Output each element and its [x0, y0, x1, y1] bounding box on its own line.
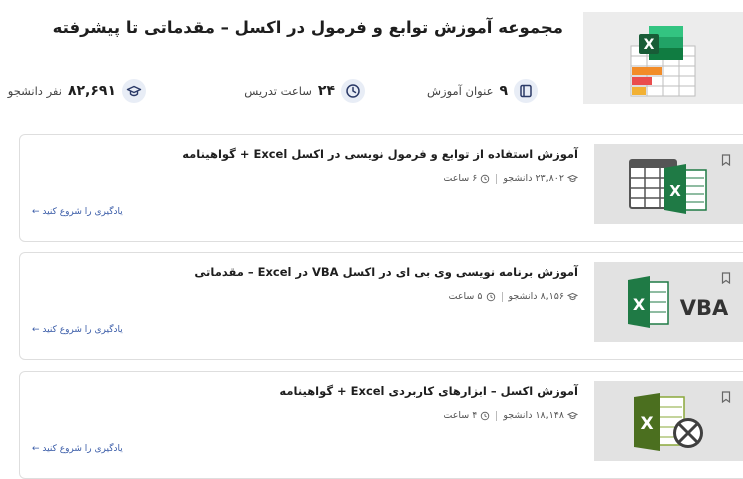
course-meta: ۱۸,۱۴۸ دانشجو ۴ ساعت — [443, 410, 578, 421]
course-students: ۱۸,۱۴۸ دانشجو — [503, 410, 578, 421]
svg-text:X: X — [633, 295, 646, 314]
collection-title: مجموعه آموزش توابع و فرمول در اکسل – مقد… — [52, 18, 563, 37]
students-label: نفر دانشجو — [7, 84, 62, 98]
vba-label: VBA — [680, 296, 729, 320]
course-students: ۲۳,۸۰۲ دانشجو — [503, 173, 578, 184]
course-duration: ۶ ساعت — [443, 173, 490, 184]
svg-text:X: X — [640, 414, 653, 434]
excel-logo-icon: X — [664, 164, 707, 214]
svg-text:X: X — [644, 37, 655, 53]
start-learning-link[interactable]: یادگیری را شروع کنید ← — [32, 325, 123, 335]
courses-count: ۹ — [499, 83, 508, 99]
graduation-cap-icon — [567, 292, 578, 301]
courses-label: عنوان آموزش — [426, 84, 494, 98]
graduation-cap-icon — [122, 79, 146, 103]
course-students: ۸,۱۵۶ دانشجو — [509, 291, 578, 302]
course-card[interactable]: X آموزش اکسل – ابزارهای کاربردی Excel + … — [19, 371, 743, 479]
course-card[interactable]: X آموزش استفاده از توابع و فرمول نویسی د… — [19, 134, 743, 242]
hours-count: ۲۴ — [317, 83, 335, 99]
course-duration: ۴ ساعت — [443, 410, 490, 421]
stat-courses: ۹ عنوان آموزش — [426, 79, 538, 103]
bookmark-icon[interactable] — [721, 388, 731, 407]
course-meta: ۸,۱۵۶ دانشجو ۵ ساعت — [449, 291, 578, 302]
excel-logo-icon: X — [628, 276, 669, 328]
graduation-cap-icon — [567, 174, 578, 183]
course-title[interactable]: آموزش برنامه نویسی وی بی ای در اکسل VBA … — [194, 265, 578, 279]
stat-hours: ۲۴ ساعت تدریس — [244, 79, 365, 103]
start-learning-link[interactable]: یادگیری را شروع کنید ← — [32, 207, 123, 217]
clock-icon — [341, 79, 365, 103]
course-card[interactable]: X VBA آموزش برنامه نویسی وی بی ای در اکس… — [19, 252, 743, 360]
course-meta: ۲۳,۸۰۲ دانشجو ۶ ساعت — [443, 173, 578, 184]
students-count: ۸۲,۶۹۱ — [67, 83, 116, 99]
course-title[interactable]: آموزش اکسل – ابزارهای کاربردی Excel + گو… — [279, 384, 578, 398]
collection-header: X مجموعه آموزش توابع و فرمول در اکسل – م… — [0, 0, 743, 125]
graduation-cap-icon — [567, 411, 578, 420]
svg-text:X: X — [669, 182, 681, 200]
clock-icon — [481, 174, 490, 183]
clock-icon — [486, 292, 495, 301]
book-icon — [514, 79, 538, 103]
meta-separator — [501, 291, 503, 302]
course-duration: ۵ ساعت — [449, 291, 496, 302]
course-title[interactable]: آموزش استفاده از توابع و فرمول نویسی در … — [182, 147, 578, 161]
clock-icon — [481, 411, 490, 420]
tools-icon — [673, 418, 703, 448]
collection-thumbnail: X — [583, 12, 743, 104]
stat-students: ۸۲,۶۹۱ نفر دانشجو — [7, 79, 146, 103]
hours-label: ساعت تدریس — [244, 84, 312, 98]
start-learning-link[interactable]: یادگیری را شروع کنید ← — [32, 444, 123, 454]
bookmark-icon[interactable] — [721, 151, 731, 170]
bookmark-icon[interactable] — [721, 269, 731, 288]
meta-separator — [496, 410, 498, 421]
meta-separator — [496, 173, 498, 184]
